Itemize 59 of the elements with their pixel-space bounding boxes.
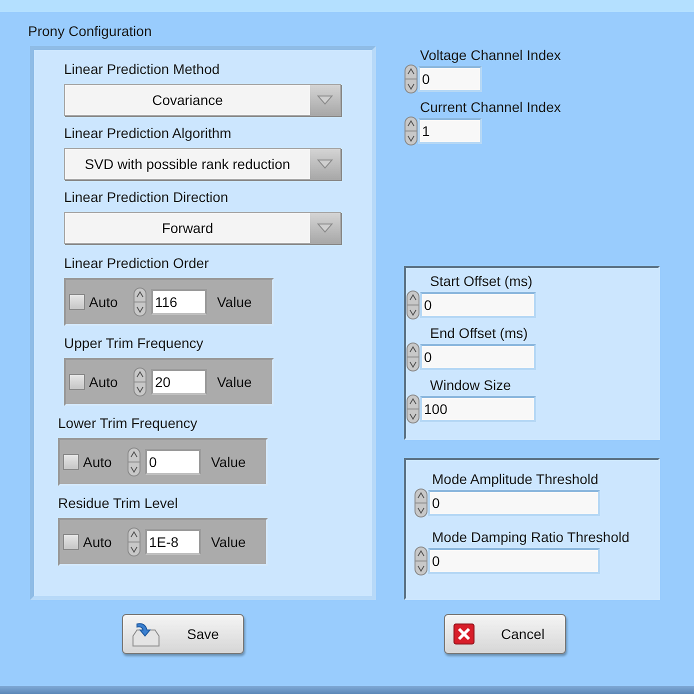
value-label: Value [217,292,252,312]
value-label: Value [211,532,246,552]
field-label: Mode Amplitude Threshold [432,470,600,488]
cluster-label: Lower Trim Frequency [58,414,198,432]
field-label: Window Size [430,376,512,394]
auto-checkbox[interactable] [69,294,85,310]
increment-spinner[interactable] [406,290,420,320]
increment-spinner[interactable] [127,527,141,557]
numeric-field[interactable]: 1 [418,118,482,144]
field-label: Mode Damping Ratio Threshold [432,528,630,546]
checkbox-label: Auto [83,452,113,472]
numeric-field[interactable]: 0 [145,449,201,475]
increment-spinner[interactable] [404,116,418,146]
field-label: Current Channel Index [420,98,562,116]
dropdown[interactable]: Covariance [64,84,341,116]
numeric-field[interactable]: 116 [151,289,207,315]
dropdown-arrow-icon [317,95,333,105]
field-label: Voltage Channel Index [420,46,562,64]
save-tray-icon [131,620,161,648]
dropdown-label: Linear Prediction Algorithm [64,124,232,142]
numeric-field[interactable]: 20 [151,369,207,395]
value-label: Value [217,372,252,392]
increment-spinner[interactable] [133,367,147,397]
dropdown-label: Linear Prediction Direction [64,188,230,206]
field-label: Start Offset (ms) [430,272,534,290]
numeric-field[interactable]: 0 [418,66,482,92]
auto-checkbox[interactable] [69,374,85,390]
auto-checkbox[interactable] [63,454,79,470]
checkbox-label: Auto [89,372,119,392]
numeric-field[interactable]: 0 [428,548,600,574]
field-label: End Offset (ms) [430,324,529,342]
numeric-field[interactable]: 1E-8 [145,529,201,555]
close-icon [453,623,475,645]
dropdown-arrow-icon [317,159,333,169]
increment-spinner[interactable] [127,447,141,477]
numeric-field[interactable]: 0 [420,292,536,318]
value-label: Value [211,452,246,472]
increment-spinner[interactable] [414,546,428,576]
cluster-label: Upper Trim Frequency [64,334,204,352]
cluster-label: Residue Trim Level [58,494,179,512]
increment-spinner[interactable] [414,488,428,518]
cancel-button[interactable]: Cancel [444,614,566,654]
dropdown-arrow-icon [317,223,333,233]
panel-title: Prony Configuration [28,22,153,40]
save-button[interactable]: Save [122,614,244,654]
auto-checkbox[interactable] [63,534,79,550]
checkbox-label: Auto [83,532,113,552]
increment-spinner[interactable] [404,64,418,94]
increment-spinner[interactable] [133,287,147,317]
numeric-field[interactable]: 0 [428,490,600,516]
increment-spinner[interactable] [406,394,420,424]
dropdown[interactable]: Forward [64,212,341,244]
checkbox-label: Auto [89,292,119,312]
dropdown-label: Linear Prediction Method [64,60,221,78]
dropdown[interactable]: SVD with possible rank reduction [64,148,341,180]
increment-spinner[interactable] [406,342,420,372]
cluster-label: Linear Prediction Order [64,254,210,272]
numeric-field[interactable]: 100 [420,396,536,422]
numeric-field[interactable]: 0 [420,344,536,370]
